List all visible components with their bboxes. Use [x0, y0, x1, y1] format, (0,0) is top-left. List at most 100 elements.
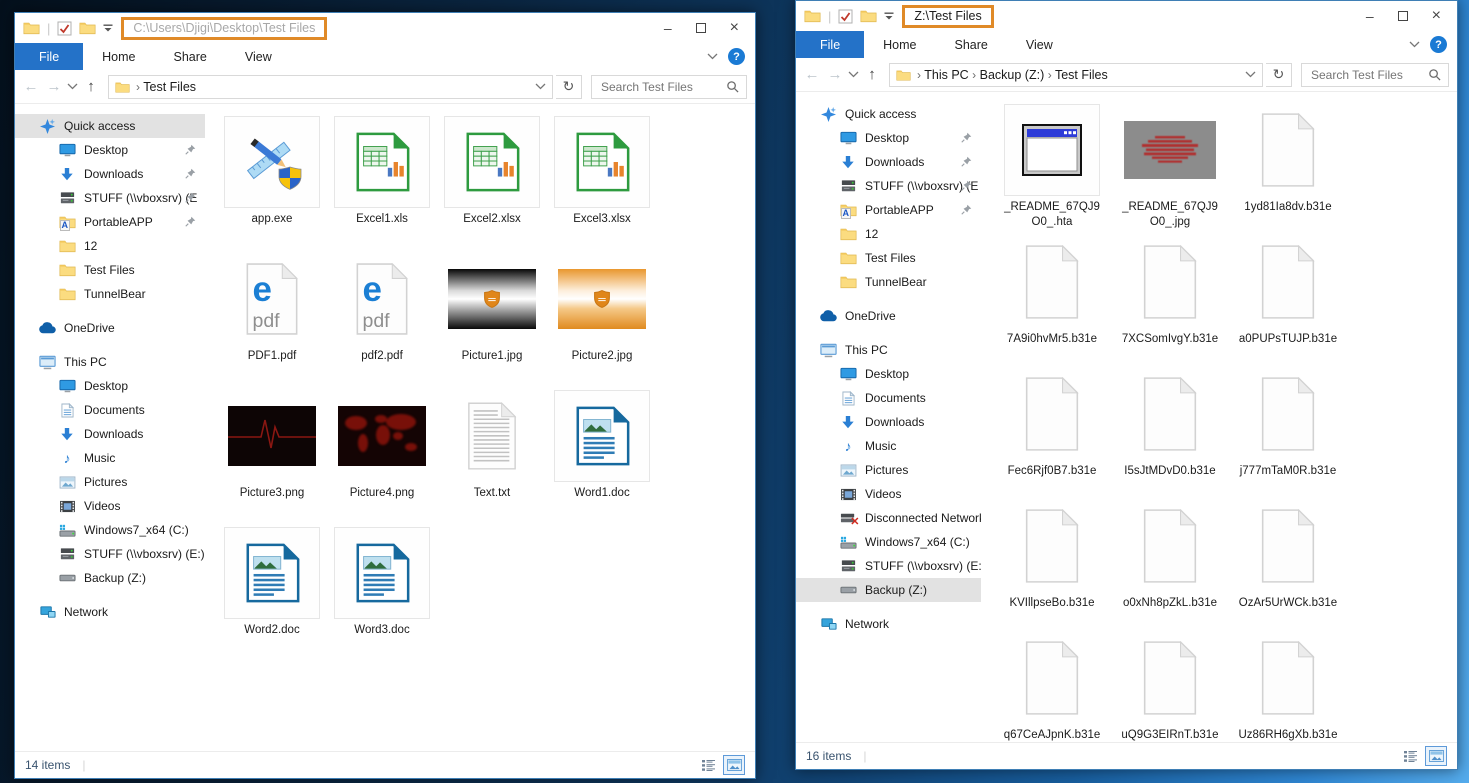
address-bar[interactable]: › This PC › Backup (Z:) › Test Files	[889, 63, 1263, 87]
sidebar-item-portableapp[interactable]: APortableAPP	[15, 210, 205, 234]
help-icon[interactable]: ?	[1430, 36, 1447, 53]
file-tile-picture3-png[interactable]: Picture3.png	[217, 390, 327, 513]
folder-icon[interactable]	[804, 9, 821, 23]
folder-icon[interactable]	[23, 21, 40, 35]
file-tile-readme-67qj9o0-jpg[interactable]: _README_67QJ9O0_.jpg	[1111, 104, 1229, 236]
breadcrumb-item-backup-z[interactable]: Backup (Z:)	[976, 68, 1048, 82]
sidebar-item-onedrive[interactable]: OneDrive	[796, 304, 981, 328]
file-tile-fec6rjf0b7-b31e[interactable]: Fec6Rjf0B7.b31e	[993, 368, 1111, 500]
thumbnail-view-icon[interactable]	[723, 755, 745, 775]
tab-view[interactable]: View	[226, 43, 291, 70]
tab-home[interactable]: Home	[83, 43, 154, 70]
sidebar-item-network[interactable]: Network	[15, 600, 205, 624]
tab-file[interactable]: File	[15, 43, 83, 70]
file-tile-word2-doc[interactable]: Word2.doc	[217, 527, 327, 650]
maximize-icon[interactable]	[1398, 11, 1408, 21]
refresh-icon[interactable]: ↻	[1266, 63, 1292, 87]
sidebar-item-stuff-vboxsrv-e[interactable]: STUFF (\\vboxsrv) (E:)	[15, 542, 205, 566]
forward-icon[interactable]: →	[44, 78, 64, 95]
address-bar[interactable]: › Test Files	[108, 75, 553, 99]
sidebar-item-test-files[interactable]: Test Files	[796, 246, 981, 270]
checkbox-properties-icon[interactable]	[57, 21, 72, 36]
file-tile-kvillpsebo-b31e[interactable]: KVIllpseBo.b31e	[993, 500, 1111, 632]
details-view-icon[interactable]	[697, 755, 719, 775]
sidebar-item-stuff-vboxsrv-e[interactable]: STUFF (\\vboxsrv) (E	[15, 186, 205, 210]
breadcrumb-item-test-files[interactable]: Test Files	[140, 80, 196, 94]
folder-icon[interactable]	[860, 9, 877, 23]
sidebar-item-documents[interactable]: Documents	[796, 386, 981, 410]
sidebar-item-disconnected-network[interactable]: ✕Disconnected Network	[796, 506, 981, 530]
sidebar-item-tunnelbear[interactable]: TunnelBear	[15, 282, 205, 306]
up-icon[interactable]: ↑	[862, 66, 882, 83]
sidebar-item-backup-z[interactable]: Backup (Z:)	[796, 578, 981, 602]
sidebar-item-portableapp[interactable]: APortableAPP	[796, 198, 981, 222]
sidebar-item-quick-access[interactable]: Quick access	[796, 102, 981, 126]
sidebar-item-desktop[interactable]: Desktop	[15, 374, 205, 398]
sidebar-item-stuff-vboxsrv-e[interactable]: STUFF (\\vboxsrv) (E:)	[796, 554, 981, 578]
sidebar-item-backup-z[interactable]: Backup (Z:)	[15, 566, 205, 590]
refresh-icon[interactable]: ↻	[556, 75, 582, 99]
address-dropdown-chevron-icon[interactable]	[1245, 71, 1256, 78]
sidebar-item-this-pc[interactable]: This PC	[15, 350, 205, 374]
file-tile-o0xnh8pzkl-b31e[interactable]: o0xNh8pZkL.b31e	[1111, 500, 1229, 632]
thumbnail-view-icon[interactable]	[1425, 746, 1447, 766]
ribbon-expand-chevron-icon[interactable]	[1409, 41, 1420, 48]
up-icon[interactable]: ↑	[81, 78, 101, 95]
sidebar-item-windows7-x64-c[interactable]: Windows7_x64 (C:)	[796, 530, 981, 554]
sidebar-item-downloads[interactable]: Downloads	[796, 150, 981, 174]
sidebar-item-12[interactable]: 12	[15, 234, 205, 258]
file-tile-readme-67qj9o0-hta[interactable]: _README_67QJ9O0_.hta	[993, 104, 1111, 236]
sidebar-item-music[interactable]: ♪Music	[15, 446, 205, 470]
sidebar-item-this-pc[interactable]: This PC	[796, 338, 981, 362]
file-tile-picture2-jpg[interactable]: Picture2.jpg	[547, 253, 657, 376]
file-tile-excel3-xlsx[interactable]: Excel3.xlsx	[547, 116, 657, 239]
tab-file[interactable]: File	[796, 31, 864, 58]
file-tile-word1-doc[interactable]: Word1.doc	[547, 390, 657, 513]
sidebar-item-downloads[interactable]: Downloads	[796, 410, 981, 434]
tab-home[interactable]: Home	[864, 31, 935, 58]
toolbar-customize-icon[interactable]	[884, 12, 894, 21]
folder-icon[interactable]	[79, 21, 96, 35]
sidebar-item-pictures[interactable]: Pictures	[15, 470, 205, 494]
sidebar-item-desktop[interactable]: Desktop	[15, 138, 205, 162]
file-tile-uz86rh6gxb-b31e[interactable]: Uz86RH6gXb.b31e	[1229, 632, 1347, 742]
file-tile-uq9g3eirnt-b31e[interactable]: uQ9G3EIRnT.b31e	[1111, 632, 1229, 742]
breadcrumb-item-test-files[interactable]: Test Files	[1052, 68, 1108, 82]
file-tile-app-exe[interactable]: app.exe	[217, 116, 327, 239]
ribbon-expand-chevron-icon[interactable]	[707, 53, 718, 60]
tab-view[interactable]: View	[1007, 31, 1072, 58]
sidebar-item-windows7-x64-c[interactable]: Windows7_x64 (C:)	[15, 518, 205, 542]
sidebar-item-network[interactable]: Network	[796, 612, 981, 636]
sidebar-item-tunnelbear[interactable]: TunnelBear	[796, 270, 981, 294]
history-chevron-icon[interactable]	[67, 83, 78, 90]
history-chevron-icon[interactable]	[848, 71, 859, 78]
sidebar-item-downloads[interactable]: Downloads	[15, 162, 205, 186]
sidebar-item-downloads[interactable]: Downloads	[15, 422, 205, 446]
sidebar-item-onedrive[interactable]: OneDrive	[15, 316, 205, 340]
close-icon[interactable]: ×	[1432, 8, 1441, 24]
file-tile-j777mtam0r-b31e[interactable]: j777mTaM0R.b31e	[1229, 368, 1347, 500]
address-dropdown-chevron-icon[interactable]	[535, 83, 546, 90]
file-tile-q67ceajpnk-b31e[interactable]: q67CeAJpnK.b31e	[993, 632, 1111, 742]
file-tile-1yd81ia8dv-b31e[interactable]: 1yd81Ia8dv.b31e	[1229, 104, 1347, 236]
maximize-icon[interactable]	[696, 23, 706, 33]
sidebar-item-desktop[interactable]: Desktop	[796, 126, 981, 150]
file-tile-excel1-xls[interactable]: Excel1.xls	[327, 116, 437, 239]
back-icon[interactable]: ←	[802, 66, 822, 83]
file-tile-word3-doc[interactable]: Word3.doc	[327, 527, 437, 650]
minimize-icon[interactable]: –	[664, 21, 672, 35]
file-tile-pdf1-pdf[interactable]: epdfPDF1.pdf	[217, 253, 327, 376]
search-input[interactable]	[599, 79, 726, 95]
tab-share[interactable]: Share	[936, 31, 1007, 58]
sidebar-item-pictures[interactable]: Pictures	[796, 458, 981, 482]
sidebar-item-music[interactable]: ♪Music	[796, 434, 981, 458]
sidebar-item-stuff-vboxsrv-e[interactable]: STUFF (\\vboxsrv) (E	[796, 174, 981, 198]
sidebar-item-quick-access[interactable]: Quick access	[15, 114, 205, 138]
tab-share[interactable]: Share	[155, 43, 226, 70]
file-tile-ozar5urwck-b31e[interactable]: OzAr5UrWCk.b31e	[1229, 500, 1347, 632]
file-tile-7xcsomivgy-b31e[interactable]: 7XCSomIvgY.b31e	[1111, 236, 1229, 368]
sidebar-item-test-files[interactable]: Test Files	[15, 258, 205, 282]
file-tile-text-txt[interactable]: Text.txt	[437, 390, 547, 513]
minimize-icon[interactable]: –	[1366, 9, 1374, 23]
file-tile-7a9i0hvmr5-b31e[interactable]: 7A9i0hvMr5.b31e	[993, 236, 1111, 368]
